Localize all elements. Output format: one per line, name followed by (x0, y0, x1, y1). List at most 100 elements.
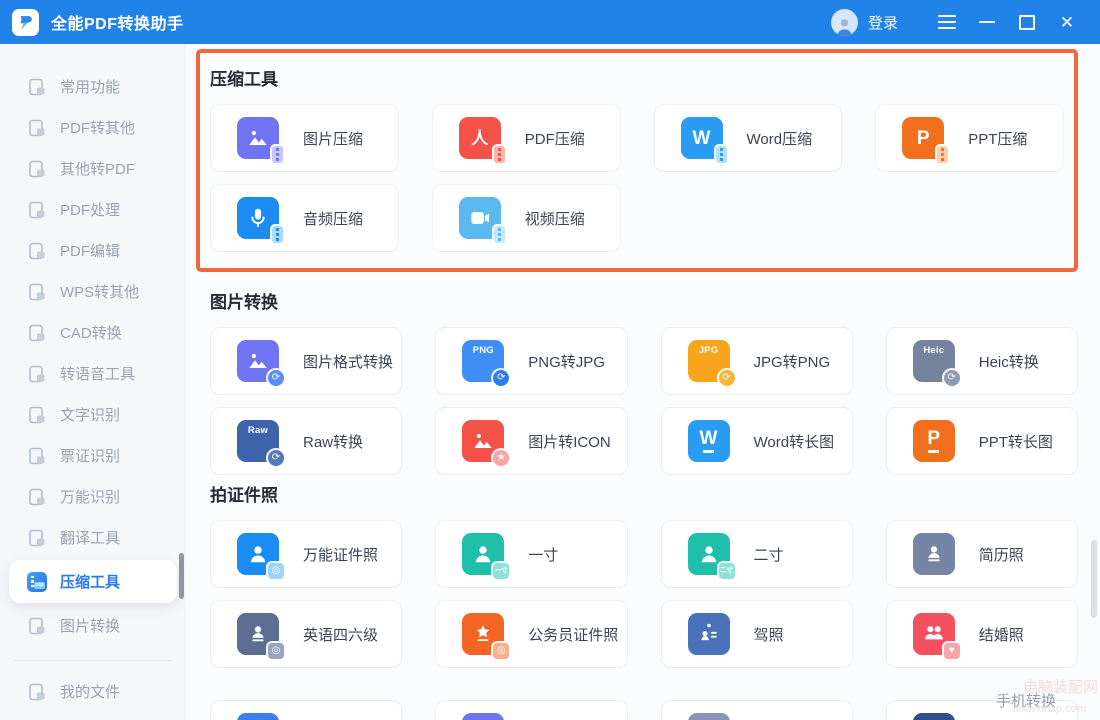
sidebar-item[interactable]: 票证识别 (0, 435, 186, 476)
sidebar-item-label: WPS转其他 (60, 281, 139, 302)
tool-card-label: Raw转换 (303, 431, 363, 452)
tool-card[interactable]: ◎公务员证件照 (435, 600, 627, 668)
tool-card[interactable]: ◎万能证件照 (210, 520, 402, 588)
tool-card[interactable]: 人 PDF压缩 (432, 104, 621, 172)
refresh-badge-icon: ⟳ (944, 370, 960, 386)
driver-license-photo-icon (688, 613, 730, 655)
tool-card[interactable]: PNG⟳ PNG转JPG (435, 327, 627, 395)
section-图片转换: 图片转换 ⟳图片格式转换 PNG⟳ PNG转JPG JPG⟳JPG转PNG Heic⟳He… (210, 288, 1078, 475)
camera-badge-icon: ◎ (268, 563, 284, 579)
tool-card[interactable]: Raw⟳Raw转换 (210, 407, 402, 475)
sidebar-item[interactable]: CAD转换 (0, 312, 186, 353)
translate-icon (27, 528, 47, 548)
tool-card[interactable]: 二寸二寸 (661, 520, 853, 588)
maximize-icon (1019, 15, 1035, 30)
tool-card-label: PPT压缩 (968, 128, 1027, 149)
text-ocr-icon (27, 405, 47, 425)
tool-card[interactable]: ♥结婚照 (886, 600, 1078, 668)
tool-card-label: Word转长图 (754, 431, 835, 452)
login-button[interactable]: 登录 (868, 12, 898, 33)
tool-card-label: 驾照 (754, 624, 784, 645)
tool-card-label: PNG转JPG (528, 351, 605, 372)
tool-card[interactable]: ◎英语四六级 (210, 600, 402, 668)
tool-card[interactable]: WWord压缩 (654, 104, 843, 172)
word-compress-icon: W (681, 117, 723, 159)
partial-tool-icon-4 (913, 713, 955, 720)
tool-card[interactable]: ⟳图片格式转换 (210, 327, 402, 395)
sidebar-item[interactable]: 图片转换 (0, 605, 186, 646)
tool-card[interactable]: 一寸一寸 (435, 520, 627, 588)
ppt-compress-icon: P (902, 117, 944, 159)
menu-button[interactable] (930, 7, 964, 37)
sidebar-item[interactable]: PDF编辑 (0, 230, 186, 271)
sidebar-item-label: CAD转换 (60, 322, 122, 343)
tool-card[interactable]: W Word转长图 (661, 407, 853, 475)
hamburger-icon (938, 15, 956, 29)
sidebar-item[interactable]: 其他转PDF (0, 148, 186, 189)
tool-card-label: 英语四六级 (303, 624, 378, 645)
png-to-jpg-icon: PNG⟳ (462, 340, 504, 382)
heic-convert-icon: Heic⟳ (913, 340, 955, 382)
sidebar-item-label: 翻译工具 (60, 527, 120, 548)
word-to-long-image-icon: W (688, 420, 730, 462)
pdf-compress-icon: 人 (459, 117, 501, 159)
sidebar-item[interactable]: 常用功能 (0, 66, 186, 107)
sidebar-item[interactable]: 万能识别 (0, 476, 186, 517)
app-title: 全能PDF转换助手 (51, 10, 184, 34)
sidebar-item-label: 转语音工具 (60, 363, 135, 384)
refresh-badge-icon: ⟳ (493, 370, 509, 386)
partial-tool-icon-2 (462, 713, 504, 720)
section-title: 图片转换 (210, 288, 1078, 313)
sidebar-item-label: PDF转其他 (60, 117, 135, 138)
sidebar-item-my-files[interactable]: 我的文件 (0, 671, 186, 712)
avatar[interactable] (831, 9, 858, 36)
tool-card[interactable]: 视频压缩 (432, 184, 621, 252)
tool-card-label: 二寸 (754, 544, 784, 565)
sidebar-item[interactable]: WPS转其他 (0, 271, 186, 312)
sidebar: 常用功能 PDF转其他其他转PDF PDF处理 PDF编辑 WPS转其他 CAD转换转语音… (0, 44, 186, 720)
partial-tool-icon-3 (688, 713, 730, 720)
tool-card[interactable] (210, 700, 402, 720)
sidebar-item-label: 我的文件 (60, 681, 120, 702)
cad-convert-icon (27, 323, 47, 343)
tool-card[interactable]: JPG⟳JPG转PNG (661, 327, 853, 395)
audio-compress-icon (237, 197, 279, 239)
tool-card-label: 图片压缩 (303, 128, 363, 149)
tool-card[interactable]: P PPT压缩 (875, 104, 1064, 172)
sidebar-item-label: PDF编辑 (60, 240, 120, 261)
tool-card[interactable]: PPPT转长图 (886, 407, 1078, 475)
sidebar-item[interactable]: 翻译工具 (0, 517, 186, 558)
close-icon: ✕ (1060, 14, 1074, 31)
sidebar-item[interactable]: PDF转其他 (0, 107, 186, 148)
tool-card[interactable]: 简历照 (886, 520, 1078, 588)
maximize-button[interactable] (1010, 7, 1044, 37)
sidebar-item[interactable]: 文字识别 (0, 394, 186, 435)
tool-card-label: PDF压缩 (525, 128, 585, 149)
tool-card[interactable]: 音频压缩 (210, 184, 399, 252)
civil-servant-photo-icon: ◎ (462, 613, 504, 655)
tool-card[interactable]: ★图片转ICON (435, 407, 627, 475)
zip-badge-icon (272, 146, 283, 163)
image-convert-icon (27, 616, 47, 636)
sidebar-item-label: PDF处理 (60, 199, 120, 220)
sidebar-scrollbar-thumb[interactable] (179, 553, 184, 599)
zip-badge-icon (272, 226, 283, 243)
sidebar-item[interactable]: 转语音工具 (0, 353, 186, 394)
minimize-button[interactable] (970, 7, 1004, 37)
sidebar-item-label: 图片转换 (60, 615, 120, 636)
tool-card[interactable] (435, 700, 627, 720)
jpg-to-png-icon: JPG⟳ (688, 340, 730, 382)
close-button[interactable]: ✕ (1050, 7, 1084, 37)
minimize-icon (979, 21, 995, 23)
tool-card[interactable]: 驾照 (661, 600, 853, 668)
sidebar-item[interactable]: PDF处理 (0, 189, 186, 230)
tool-card[interactable]: Heic⟳Heic转换 (886, 327, 1078, 395)
resume-photo-icon (913, 533, 955, 575)
sidebar-item-label: 其他转PDF (60, 158, 135, 179)
app-window: 全能PDF转换助手 登录 ✕ 常用功能 PDF转其他其他转PDF PDF处理 PDF编… (0, 0, 1100, 720)
tool-card[interactable]: 图片压缩 (210, 104, 399, 172)
tool-card-label: 一寸 (528, 544, 558, 565)
tool-card[interactable] (661, 700, 853, 720)
sidebar-item[interactable]: zip压缩工具 (9, 560, 177, 603)
main-scrollbar-thumb[interactable] (1091, 540, 1097, 618)
